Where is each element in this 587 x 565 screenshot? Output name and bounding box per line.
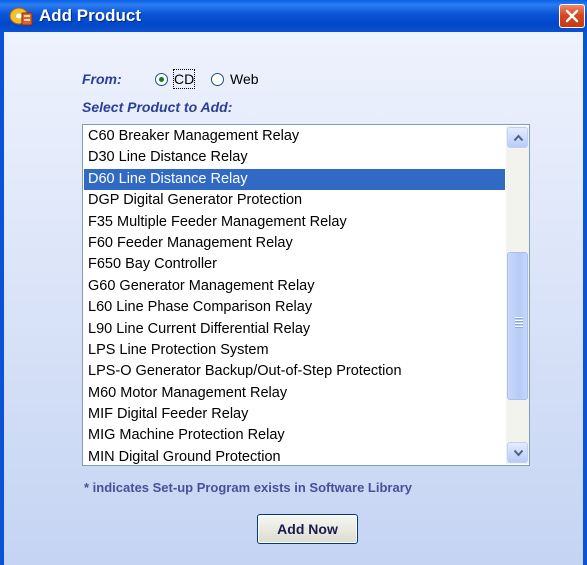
radio-cd-dot — [159, 77, 164, 82]
radio-web-label[interactable]: Web — [230, 70, 259, 88]
radio-cd[interactable] — [155, 73, 168, 86]
add-product-app-icon — [9, 7, 33, 26]
thumb-grip-line — [515, 326, 523, 327]
thumb-grip-line — [515, 323, 523, 324]
window-frame-right — [583, 32, 587, 565]
list-item[interactable]: DGP Digital Generator Protection — [84, 190, 505, 211]
chevron-down-icon — [513, 449, 524, 457]
list-item-selected[interactable]: D60 Line Distance Relay — [84, 168, 505, 191]
list-item[interactable]: C60 Breaker Management Relay — [84, 126, 505, 147]
chevron-up-icon — [513, 134, 524, 142]
thumb-grip-line — [515, 317, 523, 318]
scroll-up-button[interactable] — [507, 127, 528, 148]
list-item[interactable]: G60 Generator Management Relay — [84, 276, 505, 297]
close-button[interactable] — [559, 4, 585, 28]
list-item[interactable]: L60 Line Phase Comparison Relay — [84, 297, 505, 318]
scroll-thumb[interactable] — [507, 252, 528, 400]
list-item[interactable]: D30 Line Distance Relay — [84, 147, 505, 168]
list-item[interactable]: LPS Line Protection System — [84, 340, 505, 361]
select-product-label: Select Product to Add: — [82, 99, 233, 115]
list-item[interactable]: MIN Digital Ground Protection — [84, 447, 505, 465]
dialog-body: From: CD Web Select Product to Add: C60 … — [4, 32, 583, 565]
list-item[interactable]: LPS-O Generator Backup/Out-of-Step Prote… — [84, 361, 505, 382]
software-library-footnote: * indicates Set-up Program exists in Sof… — [84, 480, 412, 495]
add-product-dialog: Add Product From: CD Web Select Product … — [0, 0, 587, 565]
list-scrollbar[interactable] — [506, 126, 529, 464]
product-listbox[interactable]: C60 Breaker Management Relay D30 Line Di… — [82, 124, 530, 466]
window-title: Add Product — [39, 6, 141, 25]
scroll-down-button[interactable] — [507, 442, 528, 463]
list-item[interactable]: F35 Multiple Feeder Management Relay — [84, 212, 505, 233]
title-bar[interactable]: Add Product — [0, 0, 587, 32]
radio-cd-label[interactable]: CD — [172, 69, 196, 89]
list-item[interactable]: L90 Line Current Differential Relay — [84, 319, 505, 340]
close-icon — [565, 9, 579, 23]
list-item[interactable]: F650 Bay Controller — [84, 254, 505, 275]
from-label: From: — [82, 71, 122, 87]
thumb-grip-line — [515, 320, 523, 321]
list-item[interactable]: MIF Digital Feeder Relay — [84, 404, 505, 425]
radio-web[interactable] — [211, 73, 224, 86]
product-list-items: C60 Breaker Management Relay D30 Line Di… — [84, 126, 505, 465]
list-item[interactable]: F60 Feeder Management Relay — [84, 233, 505, 254]
list-item[interactable]: MIG Machine Protection Relay — [84, 425, 505, 446]
add-now-button[interactable]: Add Now — [257, 514, 358, 544]
list-item[interactable]: M60 Motor Management Relay — [84, 383, 505, 404]
